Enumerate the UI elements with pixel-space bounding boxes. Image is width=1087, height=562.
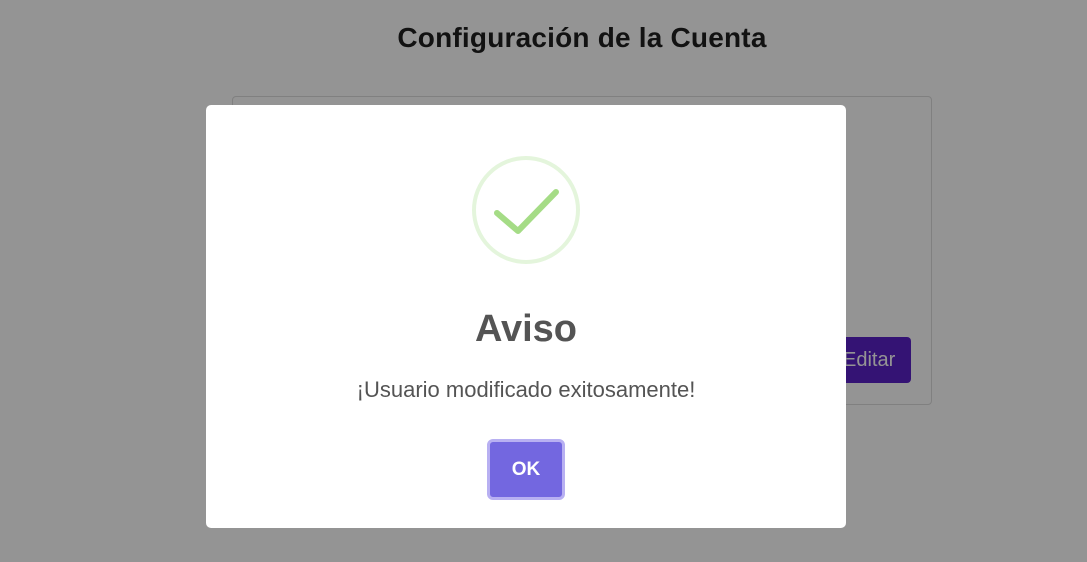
dialog-title: Aviso bbox=[474, 308, 578, 350]
ok-button[interactable]: OK bbox=[487, 439, 565, 500]
dialog-message: ¡Usuario modificado exitosamente! bbox=[356, 377, 696, 402]
alert-dialog: Aviso ¡Usuario modificado exitosamente! … bbox=[206, 105, 846, 528]
success-check-icon bbox=[471, 155, 581, 265]
